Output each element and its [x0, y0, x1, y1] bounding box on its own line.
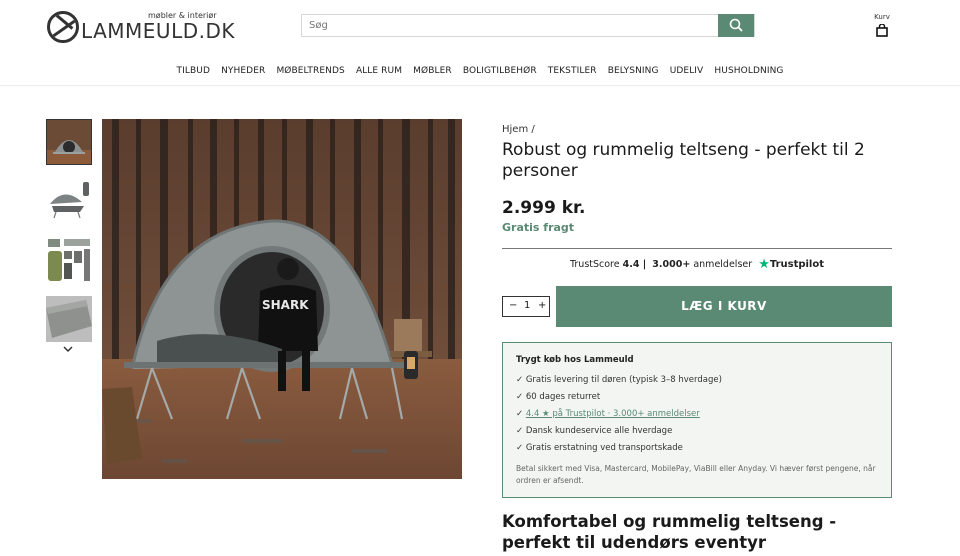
- nav-item-mobeltrends[interactable]: MØBELTRENDS: [276, 66, 344, 76]
- chevron-down-icon[interactable]: [63, 345, 73, 356]
- thumbnail-3[interactable]: [46, 237, 92, 283]
- trustscore-bar[interactable]: TrustScore 4.4 | 3.000+ anmeldelser ★Tru…: [502, 257, 892, 273]
- safe-purchase-heading: Trygt køb hos Lammeuld: [516, 355, 634, 365]
- description-heading: Komfortabel og rummelig teltseng - perfe…: [502, 512, 837, 552]
- product-info: Hjem / Robust og rummelig teltseng - per…: [502, 119, 892, 498]
- cart-label: Kurv: [874, 13, 890, 21]
- product-price: 2.999 kr.: [502, 198, 586, 218]
- payment-note: Betal sikkert med Visa, Mastercard, Mobi…: [516, 464, 876, 485]
- check-mark: ✓: [516, 409, 524, 419]
- add-to-cart-button[interactable]: LÆG I KURV: [556, 286, 892, 327]
- cart-icon: [876, 24, 888, 37]
- search-icon: [729, 18, 743, 32]
- trustpilot-star-icon: ★: [758, 257, 770, 272]
- nav-item-tilbud[interactable]: TILBUD: [177, 66, 210, 76]
- main-product-image[interactable]: SHARK: [102, 119, 462, 479]
- shipping-info: Gratis fragt: [502, 221, 575, 234]
- thumbnail-2[interactable]: [46, 178, 92, 224]
- divider: [502, 248, 892, 249]
- nav-item-boligtilbehor[interactable]: BOLIGTILBEHØR: [463, 66, 537, 76]
- trustpilot-logo: Trustpilot: [769, 259, 825, 270]
- review-suffix: anmeldelser: [693, 259, 753, 270]
- trustscore-value: 4.4 |: [622, 259, 647, 270]
- safe-purchase-box: Trygt køb hos Lammeuld ✓ Gratis levering…: [502, 342, 892, 498]
- site-header: møbler & interiør LAMMEULD.DK Kurv TILBU…: [0, 0, 960, 86]
- nav-item-husholdning[interactable]: HUSHOLDNING: [714, 66, 783, 76]
- cart-button[interactable]: Kurv: [872, 13, 892, 39]
- thumbnail-4[interactable]: [46, 296, 92, 342]
- quantity-value[interactable]: 1: [524, 300, 530, 311]
- nav-item-tekstiler[interactable]: TEKSTILER: [548, 66, 597, 76]
- nav-item-alle-rum[interactable]: ALLE RUM: [356, 66, 402, 76]
- quantity-increase-button[interactable]: +: [538, 300, 546, 311]
- product-title: Robust og rummelig teltseng - perfekt ti…: [502, 140, 865, 181]
- buy-row: − 1 + LÆG I KURV: [502, 286, 892, 327]
- thumbnail-1[interactable]: [46, 119, 92, 165]
- logo-text: LAMMEULD.DK: [81, 19, 235, 43]
- review-count: 3.000+: [652, 259, 691, 270]
- thumbnail-list: [46, 119, 92, 355]
- trustscore-prefix: TrustScore: [569, 259, 620, 270]
- quantity-stepper: − 1 +: [502, 296, 550, 317]
- logo-mark-icon: [47, 11, 79, 43]
- site-logo[interactable]: møbler & interiør LAMMEULD.DK: [47, 10, 235, 44]
- list-item: ✓ Gratis erstatning ved transportskade: [516, 443, 683, 453]
- search-bar: [301, 14, 755, 37]
- shirt-print: SHARK: [262, 298, 309, 312]
- quantity-decrease-button[interactable]: −: [509, 300, 517, 311]
- safe-purchase-list: ✓ Gratis levering til døren (typisk 3–8 …: [516, 372, 878, 457]
- list-item: ✓ 4.4 ★ på Trustpilot · 3.000+ anmeldels…: [516, 406, 878, 423]
- nav-item-udeliv[interactable]: UDELIV: [670, 66, 704, 76]
- breadcrumb[interactable]: Hjem /: [502, 124, 892, 135]
- list-item: ✓ Dansk kundeservice alle hverdage: [516, 426, 673, 436]
- list-item: ✓ Gratis levering til døren (typisk 3–8 …: [516, 375, 722, 385]
- search-input[interactable]: [302, 15, 720, 36]
- main-nav: TILBUD NYHEDER MØBELTRENDS ALLE RUM MØBL…: [0, 58, 960, 77]
- trustpilot-link[interactable]: 4.4 ★ på Trustpilot · 3.000+ anmeldelser: [526, 409, 700, 419]
- nav-item-nyheder[interactable]: NYHEDER: [221, 66, 265, 76]
- nav-item-mobler[interactable]: MØBLER: [413, 66, 452, 76]
- nav-item-belysning[interactable]: BELYSNING: [608, 66, 659, 76]
- list-item: ✓ 60 dages returret: [516, 392, 601, 402]
- search-button[interactable]: [718, 14, 754, 37]
